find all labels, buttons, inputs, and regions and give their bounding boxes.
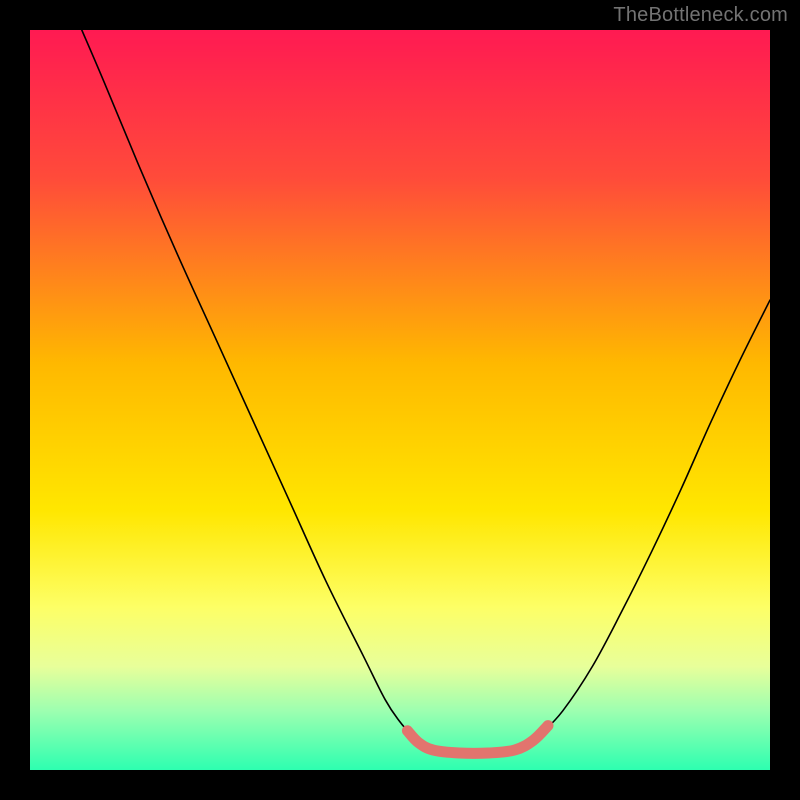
attribution-text: TheBottleneck.com: [613, 4, 788, 27]
chart-frame: TheBottleneck.com: [0, 0, 800, 800]
chart-svg: [30, 30, 770, 770]
gradient-background: [30, 30, 770, 770]
plot-area: [30, 30, 770, 770]
